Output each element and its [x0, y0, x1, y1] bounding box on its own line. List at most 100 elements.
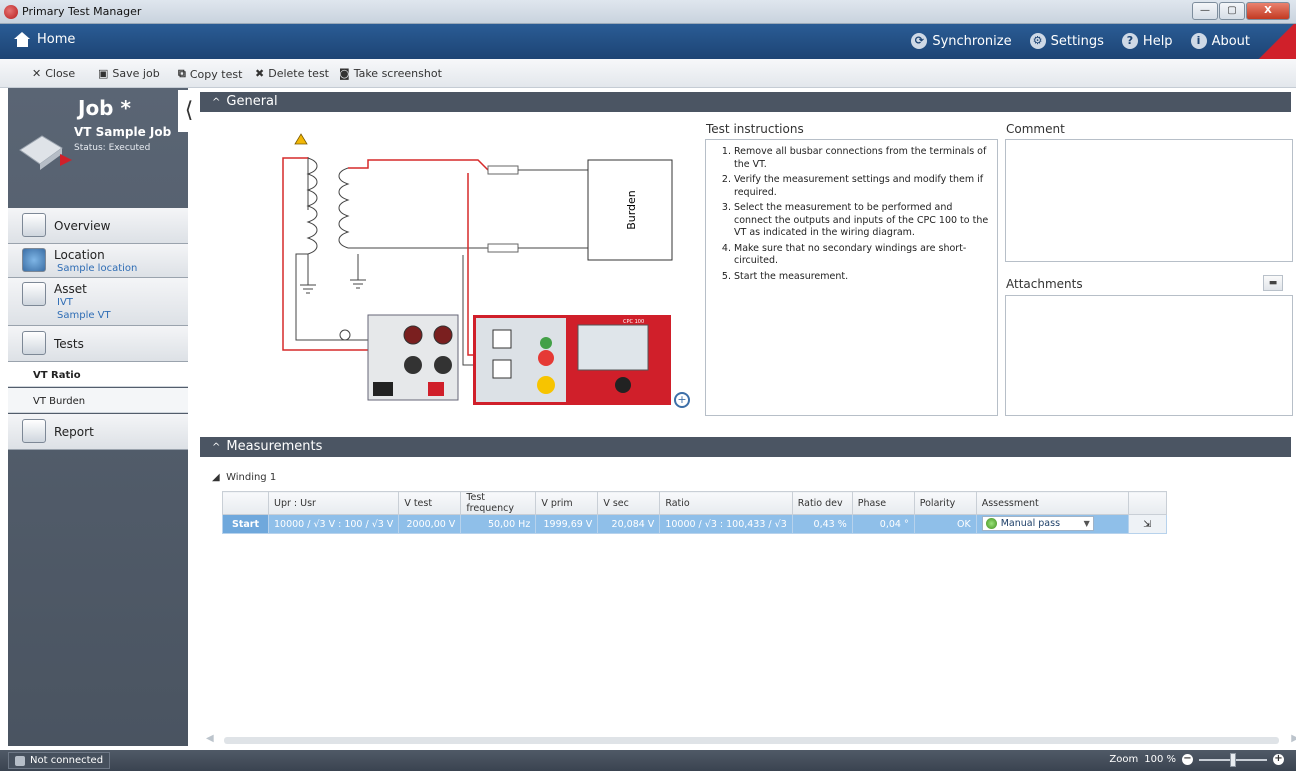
sidebar-item-asset[interactable]: Asset IVT Sample VT — [8, 278, 188, 326]
zoom-out-button[interactable]: − — [1182, 754, 1193, 765]
status-bar: Not connected Zoom 100 % − + — [0, 750, 1296, 771]
test-item-vt-burden[interactable]: VT Burden — [8, 388, 188, 413]
close-window-button[interactable]: X — [1246, 2, 1290, 20]
zoom-value: 100 % — [1144, 754, 1176, 765]
home-button[interactable]: Home — [14, 32, 75, 47]
job-icon — [19, 135, 72, 170]
connection-label: Not connected — [30, 755, 104, 766]
minimize-button[interactable]: — — [1192, 2, 1218, 20]
col-header: V sec — [597, 491, 661, 515]
window-controls: — ▢ X — [1192, 2, 1290, 20]
toolbar: ✕ Close ▣ Save job ⧉ Copy test ✖ Delete … — [0, 59, 1296, 88]
col-header: Ratio dev — [791, 491, 853, 515]
home-label: Home — [37, 32, 76, 47]
zoom-slider-thumb[interactable] — [1230, 752, 1236, 767]
scroll-left-icon[interactable]: ◀ — [206, 733, 214, 744]
main-navbar: Home ⟳ Synchronize ⚙ Settings ? Help i A… — [0, 24, 1296, 59]
device-icon — [15, 755, 25, 766]
col-header: Ratio — [659, 491, 793, 515]
job-title: Job * — [78, 96, 131, 120]
test-item-vt-ratio[interactable]: VT Ratio — [8, 362, 188, 387]
sidebar-item-location[interactable]: Location Sample location — [8, 244, 188, 278]
assessment-dropdown[interactable]: Manual pass ▼ — [981, 516, 1094, 531]
title-bar: Primary Test Manager — ▢ X — [0, 0, 1296, 24]
col-header — [222, 491, 269, 515]
take-screenshot-button[interactable]: ◙ Take screenshot — [339, 67, 442, 80]
attachments-list[interactable] — [1005, 295, 1293, 416]
collapse-sidebar-button[interactable]: ⟨ — [178, 90, 200, 132]
instruction-item: Verify the measurement settings and modi… — [734, 174, 991, 199]
scroll-right-icon[interactable]: ▶ — [1291, 733, 1296, 744]
winding-group-toggle[interactable]: ◢ Winding 1 — [212, 472, 276, 483]
pin-row-button[interactable]: ⇲ — [1127, 514, 1167, 534]
location-label: Location — [54, 248, 105, 262]
instruction-item: Make sure that no secondary windings are… — [734, 243, 991, 268]
chevron-down-icon: ▼ — [1083, 519, 1090, 528]
warning-icon — [294, 133, 308, 145]
asset-sub-name: Sample VT — [57, 310, 111, 321]
connection-status[interactable]: Not connected — [8, 752, 111, 769]
general-section-header[interactable]: ^ General — [200, 92, 1291, 112]
help-button[interactable]: ? Help — [1121, 33, 1173, 49]
close-icon: ✕ — [32, 67, 42, 80]
settings-label: Settings — [1050, 33, 1104, 49]
horizontal-scrollbar[interactable]: ◀ ▶ — [206, 733, 1296, 744]
measurements-table: Upr : Usr V test Test frequency V prim V… — [222, 491, 1167, 534]
instruction-item: Remove all busbar connections from the t… — [734, 146, 991, 171]
asset-label: Asset — [54, 282, 87, 296]
job-name: VT Sample Job — [74, 125, 172, 139]
sidebar-item-report[interactable]: Report — [8, 414, 188, 450]
zoom-diagram-icon[interactable]: + — [674, 392, 690, 408]
instruction-item: Start the measurement. — [734, 271, 991, 284]
start-button[interactable]: Start — [222, 514, 269, 534]
comment-textarea[interactable] — [1005, 139, 1293, 262]
cell-polarity: OK — [913, 514, 977, 534]
cpc100-label: CPC 100 — [623, 319, 644, 325]
test-instructions-label: Test instructions — [706, 122, 804, 136]
help-label: Help — [1142, 33, 1173, 49]
help-icon: ? — [1121, 33, 1138, 49]
asset-sub-type: IVT — [57, 297, 73, 308]
close-button[interactable]: ✕ Close — [32, 67, 75, 80]
delete-test-label: Delete test — [268, 67, 329, 80]
tests-icon — [22, 331, 46, 355]
main-content: ^ General Burden CPC 100 + Test instruct… — [200, 88, 1296, 746]
zoom-in-button[interactable]: + — [1273, 754, 1284, 765]
collapse-caret-icon: ^ — [212, 97, 221, 108]
table-header-row: Upr : Usr V test Test frequency V prim V… — [222, 491, 1167, 515]
window-title: Primary Test Manager — [22, 5, 142, 18]
brand-corner — [1258, 24, 1296, 59]
cell-v-sec: 20,084 V — [597, 514, 661, 534]
cell-test-frequency[interactable]: 50,00 Hz — [460, 514, 537, 534]
about-button[interactable]: i About — [1190, 33, 1250, 49]
cell-upr-usr[interactable]: 10000 / √3 V : 100 / √3 V — [267, 514, 400, 534]
save-job-button[interactable]: ▣ Save job — [98, 67, 160, 80]
wiring-diagram: Burden CPC 100 — [282, 133, 673, 405]
camera-icon: ◙ — [339, 67, 350, 80]
sidebar-item-overview[interactable]: Overview — [8, 208, 188, 244]
zoom-slider[interactable] — [1199, 752, 1267, 767]
add-attachment-button[interactable]: ▬ — [1263, 275, 1283, 291]
settings-button[interactable]: ⚙ Settings — [1029, 33, 1104, 49]
col-header: V prim — [535, 491, 599, 515]
attachments-label: Attachments — [1006, 277, 1083, 291]
table-row[interactable]: Start 10000 / √3 V : 100 / √3 V 2000,00 … — [222, 514, 1167, 534]
job-status: Status: Executed — [74, 143, 151, 153]
synchronize-button[interactable]: ⟳ Synchronize — [911, 33, 1012, 49]
cell-phase: 0,04 ° — [851, 514, 915, 534]
collapse-caret-icon: ^ — [212, 442, 221, 453]
delete-test-button[interactable]: ✖ Delete test — [255, 67, 329, 80]
location-sub: Sample location — [57, 263, 138, 274]
cell-v-prim: 1999,69 V — [535, 514, 599, 534]
col-header: Upr : Usr — [267, 491, 400, 515]
cell-v-test[interactable]: 2000,00 V — [398, 514, 462, 534]
maximize-button[interactable]: ▢ — [1219, 2, 1245, 20]
copy-test-button[interactable]: ⧉ Copy test — [178, 67, 242, 81]
instruction-item: Select the measurement to be performed a… — [734, 202, 991, 240]
about-label: About — [1211, 33, 1250, 49]
burden-label: Burden — [625, 190, 638, 230]
sidebar-item-tests[interactable]: Tests — [8, 326, 188, 362]
pass-icon — [985, 518, 997, 529]
measurements-section-header[interactable]: ^ Measurements — [200, 437, 1291, 457]
info-icon: i — [1190, 33, 1207, 49]
